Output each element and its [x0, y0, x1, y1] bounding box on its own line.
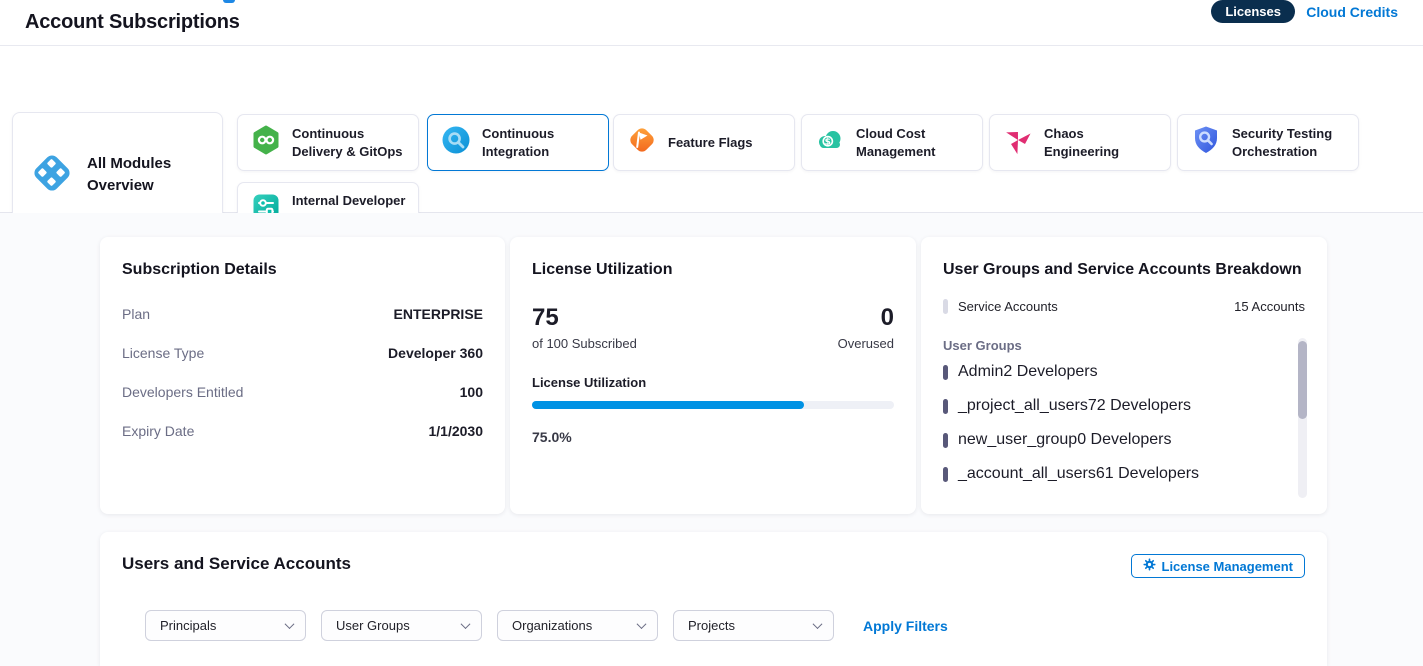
- group-value: 72 Developers: [1088, 397, 1191, 415]
- user-groups-list: Admin 2 Developers _project_all_users 72…: [943, 355, 1305, 491]
- chevron-down-icon: [285, 619, 295, 629]
- user-group-row: new_user_group 0 Developers: [943, 423, 1289, 457]
- utilization-percent: 75.0%: [532, 429, 894, 445]
- all-modules-icon: [29, 150, 75, 201]
- apply-filters-link[interactable]: Apply Filters: [863, 618, 948, 634]
- continuous-integration-icon: [440, 124, 472, 161]
- service-accounts-label: Service Accounts: [958, 299, 1058, 314]
- subscription-details-card: Subscription Details Plan ENTERPRISE Lic…: [100, 237, 505, 514]
- svg-text:$: $: [825, 137, 831, 147]
- dropdown-label: User Groups: [336, 618, 410, 633]
- group-value: 61 Developers: [1096, 465, 1199, 483]
- breakdown-card: User Groups and Service Accounts Breakdo…: [921, 237, 1327, 514]
- users-section-title: Users and Service Accounts: [122, 554, 1305, 574]
- group-name: _project_all_users: [958, 397, 1088, 415]
- module-card-sto[interactable]: Security Testing Orchestration: [1177, 114, 1359, 171]
- service-accounts-value: 15 Accounts: [1234, 299, 1305, 314]
- detail-label: License Type: [122, 345, 204, 361]
- module-card-ff[interactable]: Feature Flags: [613, 114, 795, 171]
- chevron-down-icon: [813, 619, 823, 629]
- group-name: new_user_group: [958, 431, 1077, 449]
- license-utilization-card: License Utilization 75 of 100 Subscribed…: [510, 237, 916, 514]
- page-title: Account Subscriptions: [25, 11, 240, 34]
- module-card-cd[interactable]: Continuous Delivery & GitOps: [237, 114, 419, 171]
- detail-row-expiry-date: Expiry Date 1/1/2030: [122, 423, 483, 439]
- license-utilization-title: License Utilization: [532, 261, 894, 279]
- service-accounts-row: Service Accounts 15 Accounts: [943, 299, 1305, 314]
- all-modules-overview-label: All Modules Overview: [87, 153, 206, 197]
- page-header: Account Subscriptions Licenses Cloud Cre…: [0, 0, 1423, 46]
- module-card-ci-selected[interactable]: Continuous Integration: [427, 114, 609, 171]
- clipped-breadcrumb-fragment: [223, 0, 235, 3]
- group-value: 2 Developers: [1003, 363, 1097, 381]
- detail-label: Developers Entitled: [122, 384, 243, 400]
- detail-label: Expiry Date: [122, 423, 194, 439]
- continuous-delivery-icon: [250, 124, 282, 161]
- module-label: Security Testing Orchestration: [1232, 125, 1346, 160]
- organizations-dropdown[interactable]: Organizations: [497, 610, 658, 641]
- feature-flags-icon: [626, 124, 658, 161]
- module-label: Continuous Integration: [482, 125, 596, 160]
- used-licenses-stat: 75 of 100 Subscribed: [532, 305, 637, 351]
- module-label: Feature Flags: [668, 134, 753, 152]
- group-name: _account_all_users: [958, 465, 1096, 483]
- service-accounts-marker: [943, 299, 948, 314]
- utilization-bar-label: License Utilization: [532, 375, 894, 390]
- user-group-row: _account_all_users 61 Developers: [943, 457, 1289, 491]
- used-count: 75: [532, 305, 637, 331]
- filters-row: Principals User Groups Organizations Pro…: [145, 610, 948, 641]
- chevron-down-icon: [461, 619, 471, 629]
- module-label: Continuous Delivery & GitOps: [292, 125, 406, 160]
- dropdown-label: Principals: [160, 618, 216, 633]
- overused-caption: Overused: [838, 336, 894, 351]
- detail-value: 100: [460, 384, 483, 400]
- detail-row-plan: Plan ENTERPRISE: [122, 306, 483, 322]
- user-groups-dropdown[interactable]: User Groups: [321, 610, 482, 641]
- cloud-cost-icon: $: [814, 124, 846, 161]
- detail-value: Developer 360: [388, 345, 483, 361]
- module-card-ce[interactable]: Chaos Engineering: [989, 114, 1171, 171]
- user-groups-heading: User Groups: [943, 338, 1305, 353]
- group-marker: [943, 433, 948, 448]
- group-value: 0 Developers: [1077, 431, 1171, 449]
- breakdown-title: User Groups and Service Accounts Breakdo…: [943, 261, 1305, 279]
- detail-label: Plan: [122, 306, 150, 322]
- groups-scrollbar-track[interactable]: [1298, 338, 1307, 498]
- group-marker: [943, 399, 948, 414]
- dropdown-label: Organizations: [512, 618, 592, 633]
- license-management-label: License Management: [1162, 559, 1294, 574]
- groups-scrollbar-thumb[interactable]: [1298, 341, 1307, 419]
- overused-licenses-stat: 0 Overused: [838, 305, 894, 351]
- security-testing-icon: [1190, 124, 1222, 161]
- group-marker: [943, 467, 948, 482]
- detail-row-license-type: License Type Developer 360: [122, 345, 483, 361]
- dropdown-label: Projects: [688, 618, 735, 633]
- module-label: Chaos Engineering: [1044, 125, 1158, 160]
- subscription-details-title: Subscription Details: [122, 261, 483, 279]
- utilization-progress-track: [532, 401, 894, 409]
- group-marker: [943, 365, 948, 380]
- used-caption: of 100 Subscribed: [532, 336, 637, 351]
- users-service-accounts-card: Users and Service Accounts License Manag…: [100, 532, 1327, 666]
- detail-value: ENTERPRISE: [394, 306, 483, 322]
- license-management-button[interactable]: License Management: [1131, 554, 1306, 578]
- module-card-ccm[interactable]: $ Cloud Cost Management: [801, 114, 983, 171]
- chevron-down-icon: [637, 619, 647, 629]
- tab-licenses[interactable]: Licenses: [1211, 0, 1295, 23]
- principals-dropdown[interactable]: Principals: [145, 610, 306, 641]
- overused-count: 0: [838, 305, 894, 331]
- detail-row-developers-entitled: Developers Entitled 100: [122, 384, 483, 400]
- utilization-progress-fill: [532, 401, 804, 409]
- module-selector-band: All Modules Overview Continuous Delivery…: [0, 46, 1423, 213]
- tab-cloud-credits[interactable]: Cloud Credits: [1306, 4, 1398, 20]
- detail-value: 1/1/2030: [429, 423, 484, 439]
- user-group-row: Admin 2 Developers: [943, 355, 1289, 389]
- chaos-engineering-icon: [1002, 124, 1034, 161]
- group-name: Admin: [958, 363, 1003, 381]
- projects-dropdown[interactable]: Projects: [673, 610, 834, 641]
- module-label: Cloud Cost Management: [856, 125, 970, 160]
- user-group-row: _project_all_users 72 Developers: [943, 389, 1289, 423]
- gear-icon: [1143, 558, 1156, 574]
